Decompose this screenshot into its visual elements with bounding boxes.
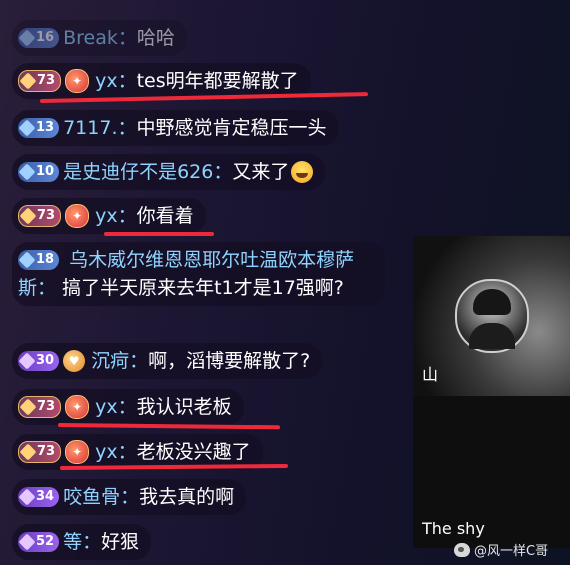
chat-message[interactable]: 30 ♥ 沉疴： 啊，滔博要解散了? [12,343,323,379]
level-badge: 13 [18,118,60,138]
message-text: 好狠 [101,531,140,553]
gem-icon [18,533,36,551]
watermark-text: @风一样C哥 [474,544,549,559]
message-text: 我去真的啊 [139,486,235,508]
watermark: @风一样C哥 [454,540,548,559]
player-avatar [455,279,529,353]
gem-icon [18,352,36,370]
username[interactable]: 沉疴： [91,347,148,375]
gem-icon [19,207,37,225]
weibo-icon [454,542,470,557]
red-underline [57,423,281,430]
gem-icon [19,398,37,416]
message-text: 中野感觉肯定稳压一头 [136,117,327,139]
username[interactable]: 等： [63,528,101,556]
message-text: 啊，滔博要解散了? [148,350,311,372]
chat-message[interactable]: 73 ✦ yx： 你看着 [12,198,206,234]
heart-medal-icon: ♥ [63,350,86,372]
fan-medal-icon: ✦ [65,395,90,419]
level-badge: 73 [18,205,62,227]
gem-icon [19,72,37,90]
level-badge: 73 [18,70,62,92]
gem-icon [18,251,36,269]
message-text: 你看着 [136,205,194,227]
chat-message[interactable]: 16 Break： 哈哈 [12,20,187,56]
username[interactable]: 咬鱼骨： [63,483,139,511]
message-text: 我认识老板 [136,396,232,418]
message-text: tes明年都要解散了 [136,70,299,92]
level-badge: 73 [18,441,62,463]
message-text: 又来了 [232,161,290,183]
level-badge: 10 [18,162,60,182]
video-label: 山 [422,365,439,384]
level-badge: 18 [18,250,60,270]
gem-icon [18,29,36,47]
chat-message[interactable]: 10 是史迪仔不是626： 又来了 [12,154,326,190]
fan-medal-icon: ✦ [65,69,90,93]
message-text: 搞了半天原来去年t1才是17强啊? [62,277,344,299]
level-badge: 30 [18,351,60,371]
username[interactable]: Break： [63,24,137,52]
level-badge: 52 [18,532,60,552]
username[interactable]: yx： [95,202,137,230]
message-text: 老板没兴趣了 [136,441,251,463]
username[interactable]: yx： [95,67,137,95]
fan-medal-icon: ✦ [65,204,90,228]
player-name: The shy [422,519,485,538]
username[interactable]: yx： [95,438,137,466]
username[interactable]: 是史迪仔不是626： [63,158,232,186]
message-text: 哈哈 [136,27,175,49]
chat-message[interactable]: 18 乌木威尔维恩恩耶尔吐温欧本穆萨斯： 搞了半天原来去年t1才是17强啊? [12,242,385,306]
username[interactable]: yx： [95,393,137,421]
message-body: 18 乌木威尔维恩恩耶尔吐温欧本穆萨斯： 搞了半天原来去年t1才是17强啊? [18,246,373,302]
laughing-emoji-icon [291,161,314,183]
red-underline [104,232,214,236]
gem-icon [18,163,36,181]
video-overlay[interactable]: 山 The shy [413,236,570,548]
chat-message[interactable]: 52 等： 好狠 [12,524,152,560]
level-badge: 16 [18,28,60,48]
level-badge: 73 [18,396,62,418]
gem-icon [19,443,37,461]
fan-medal-icon: ✦ [65,440,90,464]
chat-message[interactable]: 73 ✦ yx： 我认识老板 [12,389,244,425]
gem-icon [18,488,36,506]
gem-icon [18,119,36,137]
chat-message[interactable]: 13 7117.： 中野感觉肯定稳压一头 [12,110,339,146]
level-badge: 34 [18,487,60,507]
username[interactable]: 7117.： [63,114,136,142]
chat-message[interactable]: 34 咬鱼骨： 我去真的啊 [12,479,247,515]
